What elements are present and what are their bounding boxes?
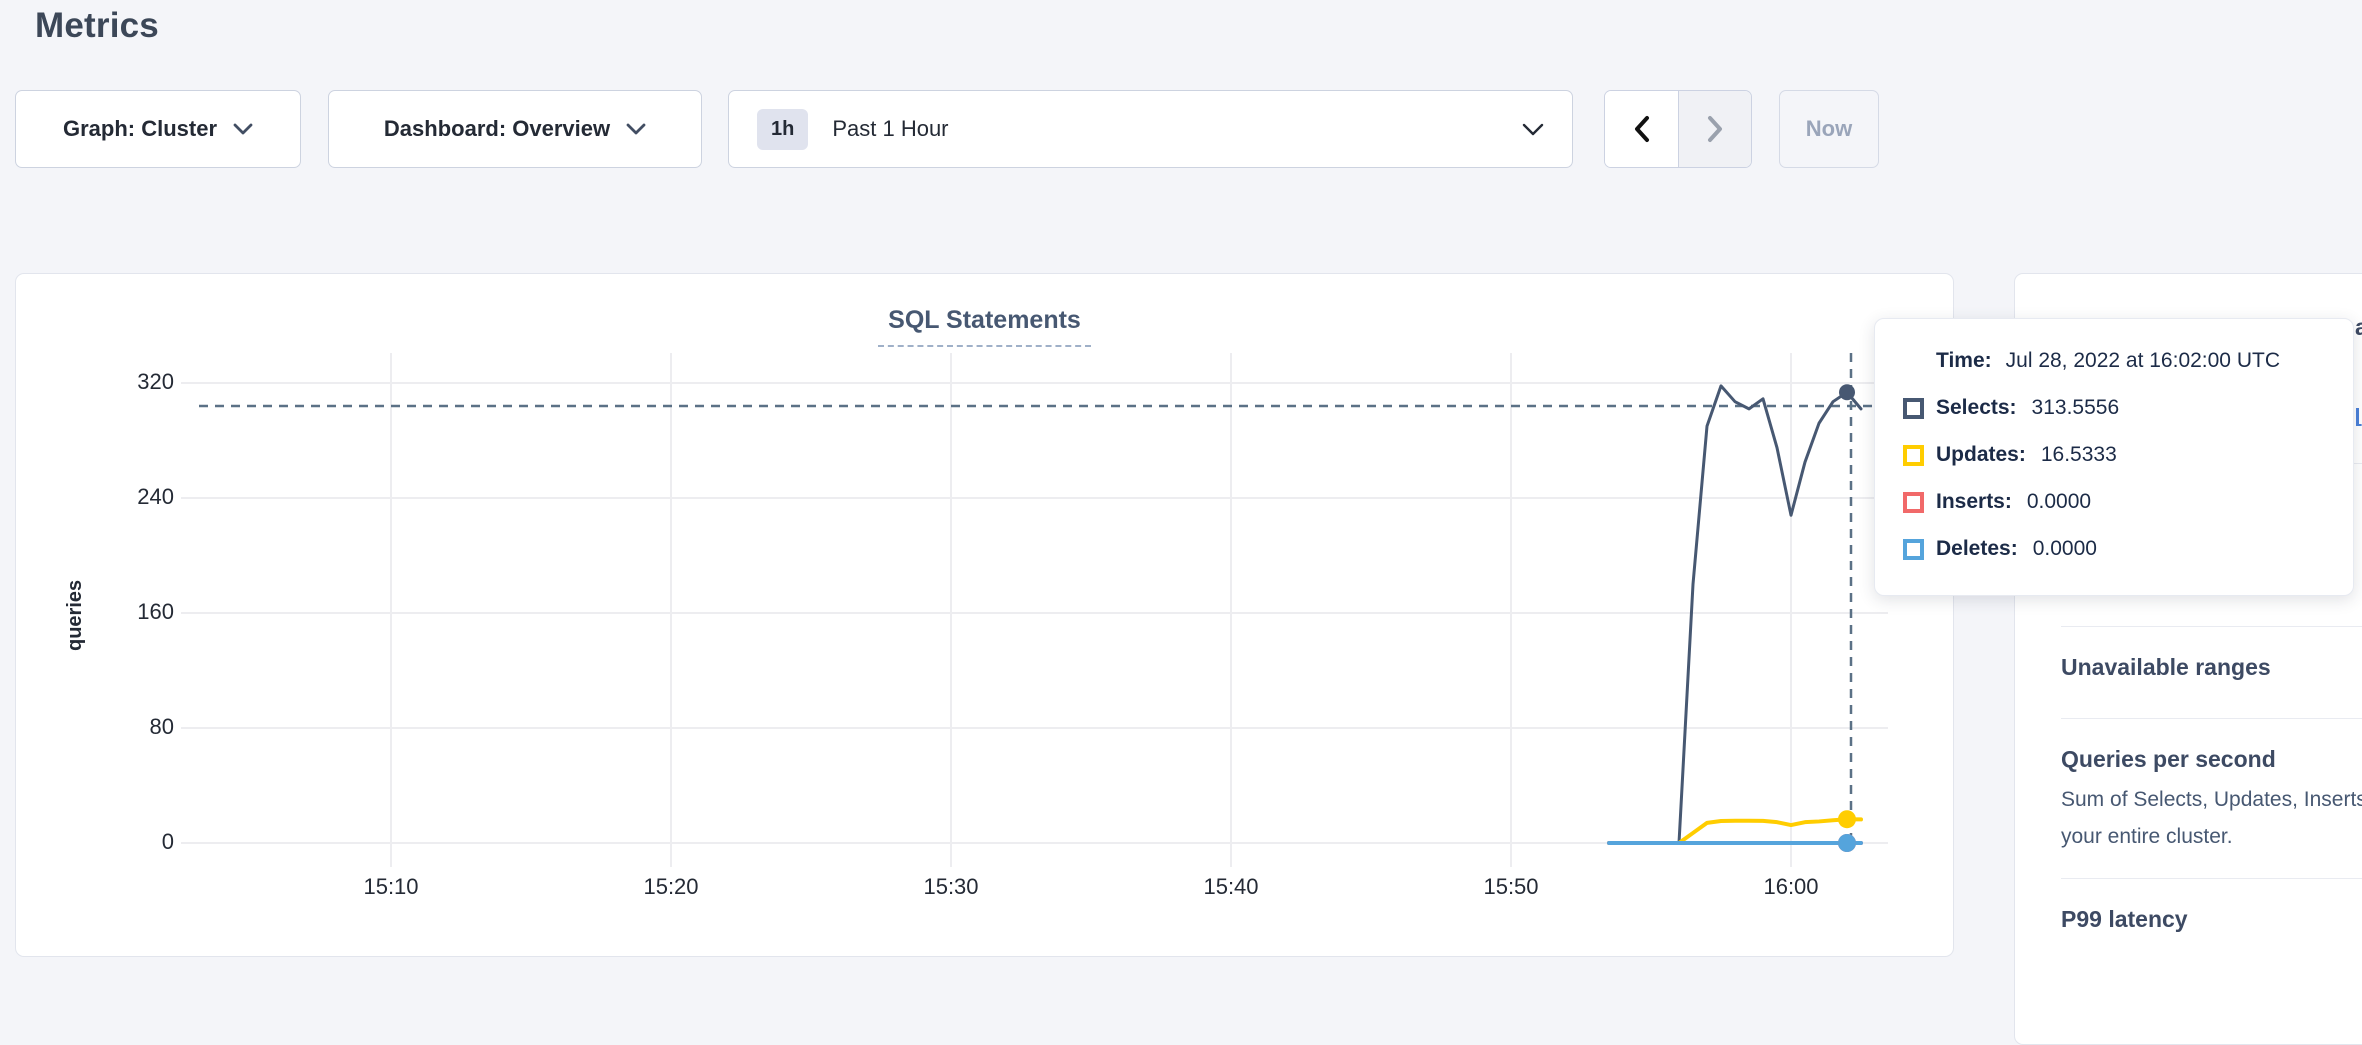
- tooltip-series-label: Inserts:: [1936, 490, 2012, 514]
- page-title: Metrics: [35, 6, 159, 46]
- sidebar-divider: [2061, 878, 2362, 879]
- tooltip-row-selects: Selects: 313.5556: [1903, 396, 2353, 420]
- sql-statements-plot[interactable]: [16, 274, 1953, 956]
- occluded-sidebar-text: a: [2355, 314, 2362, 341]
- x-tick-16:00: 16:00: [1721, 874, 1861, 900]
- sidebar-divider: [2061, 718, 2362, 719]
- tooltip-series-rows: Selects: 313.5556Updates: 16.5333 Inserts: 0…: [1903, 396, 2353, 561]
- x-tick-15:20: 15:20: [601, 874, 741, 900]
- sidebar-item-unavailable-ranges: Unavailable ranges: [2061, 654, 2271, 681]
- series-swatch-icon: [1903, 492, 1924, 513]
- y-tick-160: 160: [26, 599, 174, 625]
- tooltip-row-inserts: Inserts: 0.0000: [1903, 490, 2353, 514]
- chevron-right-icon: [1705, 113, 1725, 145]
- series-swatch-icon: [1903, 445, 1924, 466]
- sidebar-divider: [2061, 626, 2362, 627]
- occluded-link-fragment: [2356, 408, 2362, 426]
- next-time-button[interactable]: [1678, 91, 1751, 167]
- series-swatch-icon: [1903, 539, 1924, 560]
- chevron-left-icon: [1632, 113, 1652, 145]
- tooltip-series-label: Updates:: [1936, 443, 2026, 467]
- now-button[interactable]: Now: [1779, 90, 1879, 168]
- y-tick-0: 0: [26, 829, 174, 855]
- qps-description-line1: Sum of Selects, Updates, Inserts: [2061, 788, 2362, 812]
- dashboard-dropdown[interactable]: Dashboard: Overview: [328, 90, 702, 168]
- tooltip-time-value: Jul 28, 2022 at 16:02:00 UTC: [2006, 349, 2280, 372]
- x-tick-15:30: 15:30: [881, 874, 1021, 900]
- previous-time-button[interactable]: [1605, 91, 1678, 167]
- chevron-down-icon: [626, 123, 646, 135]
- graph-dropdown-label: Graph: Cluster: [63, 116, 217, 142]
- x-tick-15:10: 15:10: [321, 874, 461, 900]
- dashboard-dropdown-label: Dashboard: Overview: [384, 116, 610, 142]
- y-tick-240: 240: [26, 484, 174, 510]
- qps-description-line2: your entire cluster.: [2061, 825, 2233, 849]
- tooltip-series-value: 313.5556: [2032, 396, 2120, 420]
- tooltip-series-value: 0.0000: [2027, 490, 2091, 514]
- sidebar-item-queries-per-second: Queries per second: [2061, 746, 2276, 773]
- x-tick-15:40: 15:40: [1161, 874, 1301, 900]
- y-tick-320: 320: [26, 369, 174, 395]
- time-range-badge: 1h: [757, 109, 808, 150]
- tooltip-series-label: Selects:: [1936, 396, 2017, 420]
- tooltip-series-label: Deletes:: [1936, 537, 2018, 561]
- chart-hover-tooltip: Time: Jul 28, 2022 at 16:02:00 UTC Select…: [1874, 318, 2354, 596]
- graph-dropdown[interactable]: Graph: Cluster: [15, 90, 301, 168]
- chevron-down-icon: [233, 123, 253, 135]
- tooltip-row-updates: Updates: 16.5333: [1903, 443, 2353, 467]
- y-tick-80: 80: [26, 714, 174, 740]
- tooltip-time-label: Time:: [1936, 349, 1992, 372]
- time-range-selector[interactable]: 1h Past 1 Hour: [728, 90, 1573, 168]
- time-range-label: Past 1 Hour: [832, 116, 948, 142]
- tooltip-row-deletes: Deletes: 0.0000: [1903, 537, 2353, 561]
- chevron-down-icon: [1522, 123, 1544, 136]
- sql-statements-chart-card: SQL Statements queries 08016024032015:10…: [15, 273, 1954, 957]
- tooltip-time-row: Time: Jul 28, 2022 at 16:02:00 UTC: [1936, 349, 2353, 373]
- sidebar-item-p99-latency: P99 latency: [2061, 906, 2188, 933]
- series-swatch-icon: [1903, 398, 1924, 419]
- tooltip-series-value: 16.5333: [2041, 443, 2117, 467]
- time-pager: [1604, 90, 1752, 168]
- tooltip-series-value: 0.0000: [2033, 537, 2097, 561]
- x-tick-15:50: 15:50: [1441, 874, 1581, 900]
